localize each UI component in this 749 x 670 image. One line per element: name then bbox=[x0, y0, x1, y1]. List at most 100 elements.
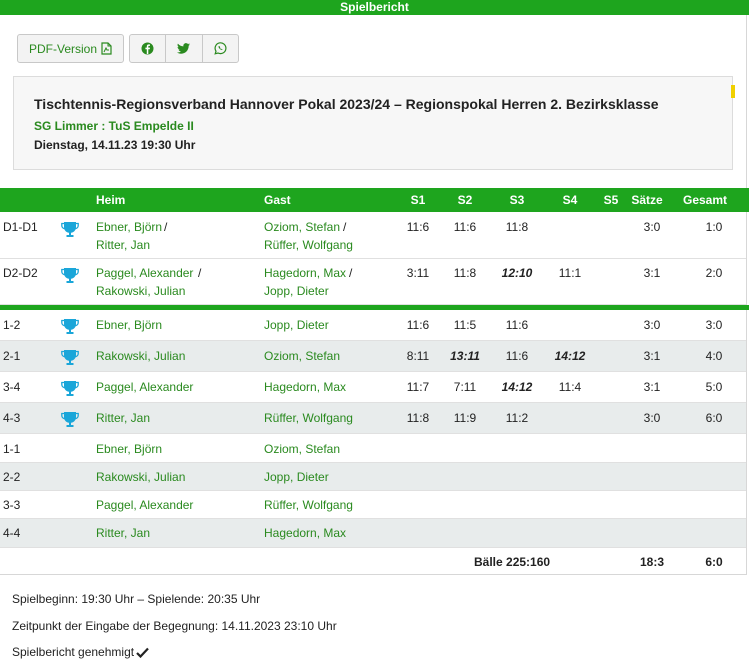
table-row: 1-1 Ebner, Björn Oziom, Stefan bbox=[0, 434, 746, 463]
saetze-score: 3:0 bbox=[643, 411, 661, 425]
heim-player-link[interactable]: Ritter, Jan bbox=[96, 526, 150, 540]
set-3-score: 11:6 bbox=[505, 349, 529, 363]
header-gesamt: Gesamt bbox=[683, 193, 728, 207]
totals-row: Bälle 225:160 18:3 6:0 bbox=[0, 548, 746, 575]
gesamt-score: 1:0 bbox=[705, 220, 723, 234]
gesamt-score: 6:0 bbox=[705, 411, 723, 425]
heim-player-link[interactable]: Paggel, Alexander bbox=[96, 498, 193, 512]
set-2-score: 11:9 bbox=[453, 411, 477, 425]
table-row: 4-4 Ritter, Jan Hagedorn, Max bbox=[0, 519, 746, 548]
gast-player-link[interactable]: Oziom, Stefan bbox=[264, 220, 340, 234]
match-code: 1-2 bbox=[3, 318, 21, 332]
gast-player-link[interactable]: Jopp, Dieter bbox=[264, 470, 329, 484]
match-info-box: Tischtennis-Regionsverband Hannover Poka… bbox=[13, 76, 735, 170]
divider bbox=[746, 15, 747, 575]
gast-player-link[interactable]: Oziom, Stefan bbox=[264, 442, 340, 456]
heim-player-link[interactable]: Rakowski, Julian bbox=[96, 284, 185, 298]
slash-separator: / bbox=[164, 220, 168, 234]
whatsapp-icon bbox=[214, 42, 227, 55]
trophy-icon bbox=[61, 350, 79, 365]
set-1-score: 8:11 bbox=[406, 349, 430, 363]
set-1-score: 3:11 bbox=[406, 266, 430, 280]
saetze-score: 3:1 bbox=[643, 266, 661, 280]
pdf-version-button[interactable]: PDF-Version bbox=[17, 34, 124, 63]
gast-player-link[interactable]: Hagedorn, Max bbox=[264, 266, 346, 280]
set-2-score: 13:11 bbox=[450, 349, 480, 363]
heim-player-link[interactable]: Ebner, Björn bbox=[96, 442, 162, 456]
share-whatsapp-button[interactable] bbox=[203, 35, 238, 62]
header-s4: S4 bbox=[562, 193, 578, 207]
scroll-marker bbox=[731, 85, 735, 98]
trophy-icon bbox=[61, 319, 79, 334]
header-s2: S2 bbox=[457, 193, 473, 207]
match-code: 2-2 bbox=[3, 470, 21, 484]
trophy-icon bbox=[61, 268, 79, 283]
set-2-score: 11:5 bbox=[453, 318, 477, 332]
slash-separator: / bbox=[349, 266, 353, 280]
set-4-score: 11:1 bbox=[558, 266, 582, 280]
gast-player-link[interactable]: Jopp, Dieter bbox=[264, 284, 329, 298]
heim-player-link[interactable]: Rakowski, Julian bbox=[96, 349, 185, 363]
set-3-score: 14:12 bbox=[501, 380, 533, 394]
set-2-score: 11:8 bbox=[453, 266, 477, 280]
table-header: Heim Gast S1 S2 S3 S4 S5 Sätze Gesamt bbox=[0, 188, 749, 212]
page-title: Spielbericht bbox=[340, 0, 409, 14]
match-teams: SG Limmer : TuS Empelde II bbox=[34, 119, 194, 133]
set-2-score: 7:11 bbox=[453, 380, 477, 394]
match-code: 3-4 bbox=[3, 380, 21, 394]
table-row: D2-D2 Paggel, Alexander / Rakowski, Juli… bbox=[0, 259, 746, 305]
saetze-score: 3:0 bbox=[643, 318, 661, 332]
gast-player-link[interactable]: Hagedorn, Max bbox=[264, 380, 346, 394]
heim-player-link[interactable]: Ritter, Jan bbox=[96, 238, 150, 252]
heim-player-link[interactable]: Ebner, Björn bbox=[96, 220, 162, 234]
gesamt-score: 2:0 bbox=[705, 266, 723, 280]
table-row: 2-1 Rakowski, Julian Oziom, Stefan 8:11 … bbox=[0, 341, 746, 372]
match-title: Tischtennis-Regionsverband Hannover Poka… bbox=[34, 96, 659, 112]
set-1-score: 11:6 bbox=[406, 318, 430, 332]
facebook-icon bbox=[141, 42, 154, 55]
baelle-total: Bälle 225:160 bbox=[474, 555, 551, 569]
approval-label: Spielbericht genehmigt bbox=[12, 645, 135, 659]
match-code: 3-3 bbox=[3, 498, 21, 512]
slash-separator: / bbox=[198, 266, 202, 280]
table-row: 3-4 Paggel, Alexander Hagedorn, Max 11:7… bbox=[0, 372, 746, 403]
gast-player-link[interactable]: Rüffer, Wolfgang bbox=[264, 238, 353, 252]
saetze-score: 3:1 bbox=[643, 349, 661, 363]
header-heim: Heim bbox=[96, 193, 126, 207]
match-datetime: Dienstag, 14.11.23 19:30 Uhr bbox=[34, 138, 196, 152]
share-facebook-button[interactable] bbox=[130, 35, 167, 62]
set-3-score: 11:8 bbox=[505, 220, 529, 234]
table-row: 2-2 Rakowski, Julian Jopp, Dieter bbox=[0, 463, 746, 491]
share-twitter-button[interactable] bbox=[166, 35, 203, 62]
heim-player-link[interactable]: Paggel, Alexander bbox=[96, 380, 193, 394]
heim-player-link[interactable]: Ebner, Björn bbox=[96, 318, 162, 332]
match-code: D1-D1 bbox=[3, 220, 38, 234]
trophy-icon bbox=[61, 222, 79, 237]
match-code: 2-1 bbox=[3, 349, 21, 363]
header-s5: S5 bbox=[603, 193, 619, 207]
header-s1: S1 bbox=[410, 193, 426, 207]
heim-player-link[interactable]: Ritter, Jan bbox=[96, 411, 150, 425]
gast-player-link[interactable]: Rüffer, Wolfgang bbox=[264, 411, 353, 425]
table-row: D1-D1 Ebner, Björn / Ritter, Jan Oziom, … bbox=[0, 212, 746, 259]
set-3-score: 12:10 bbox=[501, 266, 533, 280]
header-s3: S3 bbox=[509, 193, 525, 207]
heim-player-link[interactable]: Rakowski, Julian bbox=[96, 470, 185, 484]
gesamt-score: 5:0 bbox=[705, 380, 723, 394]
match-code: 1-1 bbox=[3, 442, 21, 456]
table-row: 4-3 Ritter, Jan Rüffer, Wolfgang 11:8 11… bbox=[0, 403, 746, 434]
share-button-group bbox=[129, 34, 239, 63]
heim-player-link[interactable]: Paggel, Alexander bbox=[96, 266, 193, 280]
set-1-score: 11:6 bbox=[406, 220, 430, 234]
checkmark-icon bbox=[136, 647, 149, 658]
pdf-version-label: PDF-Version bbox=[28, 41, 98, 56]
entry-time: Zeitpunkt der Eingabe der Begegnung: 14.… bbox=[12, 619, 337, 633]
gast-player-link[interactable]: Rüffer, Wolfgang bbox=[264, 498, 353, 512]
set-4-score: 11:4 bbox=[558, 380, 582, 394]
gast-player-link[interactable]: Jopp, Dieter bbox=[264, 318, 329, 332]
header-saetze: Sätze bbox=[631, 193, 663, 207]
twitter-icon bbox=[177, 43, 191, 54]
gast-player-link[interactable]: Oziom, Stefan bbox=[264, 349, 340, 363]
gesamt-score: 3:0 bbox=[705, 318, 723, 332]
gast-player-link[interactable]: Hagedorn, Max bbox=[264, 526, 346, 540]
